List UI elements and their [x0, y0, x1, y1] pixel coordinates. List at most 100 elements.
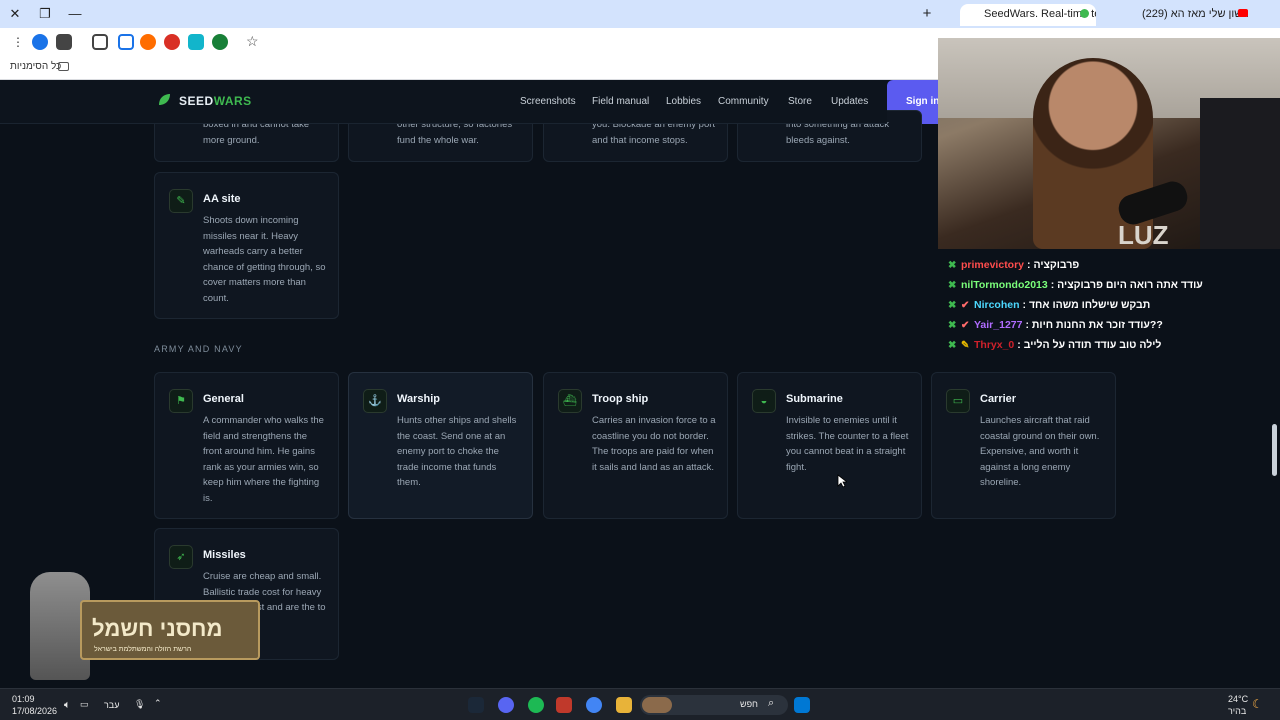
- pencil-badge-icon: ✎: [961, 340, 970, 351]
- badge-icon: ✖: [948, 320, 957, 331]
- pen-icon: ✎: [169, 189, 193, 213]
- rocket-icon: ➶: [169, 545, 193, 569]
- section-title: ARMY AND NAVY: [154, 344, 243, 354]
- card-description: Launches aircraft that raid coastal grou…: [980, 415, 1100, 488]
- card-title: General: [203, 393, 244, 405]
- all-bookmarks-label[interactable]: כל הסימניות: [10, 61, 61, 72]
- header-mask: SEEDWARS Screenshots Field manual Lobbie…: [0, 80, 887, 124]
- network-icon[interactable]: ▭: [80, 699, 89, 710]
- menu-dots-icon[interactable]: ⋮: [12, 35, 24, 49]
- cam-logo: LUZ: [1118, 220, 1169, 250]
- extension-icon[interactable]: [188, 34, 204, 50]
- card-warship: ⚓ Warship Hunts other ships and shells t…: [348, 372, 533, 519]
- card-title: Carrier: [980, 393, 1017, 405]
- sponsor-title: מחסני חשמל: [92, 616, 223, 641]
- chat-message: ✖ primevictory: פרבוקציה: [948, 259, 1080, 271]
- nav-screenshots[interactable]: Screenshots: [520, 96, 576, 107]
- clock-date[interactable]: 17/08/2026: [12, 706, 57, 716]
- badge-icon: ✖: [948, 280, 957, 291]
- card-description: Invisible to enemies until it strikes. T…: [786, 415, 909, 473]
- extensions-icon[interactable]: [92, 34, 108, 50]
- check-badge-icon: ✔: [961, 300, 970, 311]
- extension-icon[interactable]: [140, 34, 156, 50]
- spotify-icon[interactable]: [528, 697, 544, 713]
- extension-icon[interactable]: [118, 34, 134, 50]
- youtube-icon: [1238, 9, 1248, 17]
- card-carrier: ▭ Carrier Launches aircraft that raid co…: [931, 372, 1116, 519]
- nav-updates[interactable]: Updates: [831, 96, 868, 107]
- chat-message: ✖ nilTormondo2013: עודד אתה רואה היום פרב…: [948, 279, 1203, 291]
- chat-message: ✖ ✎ Thryx_0: לילה טוב עודד תודה על הלייב: [948, 339, 1162, 351]
- profile-icon[interactable]: [32, 34, 48, 50]
- card-submarine: ◒ Submarine Invisible to enemies until i…: [737, 372, 922, 519]
- card-title: Submarine: [786, 393, 843, 405]
- weather-condition[interactable]: בהיר: [1228, 706, 1246, 716]
- taskbar: 01:09 17/08/2026 🔈︎ ▭ עבר 🎙︎ ⌃ חפש ⌕ 24°…: [0, 688, 1280, 720]
- seedwars-favicon-icon: [1080, 9, 1089, 18]
- card-description: Hunts other ships and shells the coast. …: [397, 415, 517, 488]
- close-window-icon[interactable]: ✕: [6, 5, 24, 23]
- windows-start-icon[interactable]: [794, 697, 810, 713]
- chrome-icon[interactable]: [586, 697, 602, 713]
- flag-icon: ⚑: [169, 389, 193, 413]
- leaf-logo-icon: [159, 94, 170, 105]
- card-title: Troop ship: [592, 393, 649, 405]
- new-tab-icon[interactable]: +: [918, 5, 936, 23]
- card-troop-ship: ⛴ Troop ship Carries an invasion force t…: [543, 372, 728, 519]
- badge-icon: ✖: [948, 340, 957, 351]
- nav-field-manual[interactable]: Field manual: [592, 96, 649, 107]
- nav-community[interactable]: Community: [718, 96, 769, 107]
- check-badge-icon: ✔: [961, 320, 970, 331]
- screen: ✕ ❐ — + ✕ SeedWars. Real-time territoria…: [0, 0, 1280, 720]
- moon-icon: ☾: [1252, 697, 1263, 711]
- page-scrollbar[interactable]: [1272, 424, 1277, 476]
- card-title: Warship: [397, 393, 440, 405]
- webcam-overlay: LUZ: [938, 38, 1280, 250]
- card-description: A commander who walks the field and stre…: [203, 415, 324, 504]
- tab-seedwars[interactable]: ✕ SeedWars. Real-time territorial: [960, 4, 1096, 26]
- clock-time[interactable]: 01:09: [12, 694, 35, 704]
- tab-search-icon[interactable]: [56, 34, 72, 50]
- microphone-icon[interactable]: 🎙︎: [134, 699, 145, 710]
- badge-icon: ✖: [948, 300, 957, 311]
- chat-message: ✖ ✔ Yair_1277: עודד זוכר את החנות חיות??: [948, 319, 1163, 331]
- app-icon[interactable]: [556, 697, 572, 713]
- card-description: Carries an invasion force to a coastline…: [592, 415, 716, 473]
- discord-icon[interactable]: [498, 697, 514, 713]
- weather-temp[interactable]: 24°C: [1228, 694, 1248, 704]
- speaker-icon[interactable]: 🔈︎: [64, 699, 71, 712]
- card-description: Shoots down incoming missiles near it. H…: [203, 215, 326, 304]
- extension-icon[interactable]: [212, 34, 228, 50]
- mouse-cursor-icon: [837, 474, 847, 488]
- search-icon: ⌕: [768, 697, 775, 709]
- restore-window-icon[interactable]: ❐: [36, 5, 54, 23]
- sponsor-overlay: מחסני חשמל הרשת הזולה והמשתלמת בישראל: [20, 572, 260, 682]
- search-highlight-icon: [642, 697, 672, 713]
- sponsor-subtitle: הרשת הזולה והמשתלמת בישראל: [94, 646, 192, 653]
- folder-icon: [58, 62, 69, 71]
- language-indicator[interactable]: עבר: [104, 700, 119, 710]
- card-title: AA site: [203, 193, 241, 205]
- star-bookmark-icon[interactable]: ☆: [246, 33, 259, 50]
- tab-youtube[interactable]: ✕ (229) הלוג הראשון שלי מאז הא: [1118, 4, 1248, 26]
- boat-icon: ⛴: [558, 389, 582, 413]
- extension-icon[interactable]: [164, 34, 180, 50]
- logo[interactable]: SEEDWARS: [179, 94, 252, 108]
- badge-icon: ✖: [948, 260, 957, 271]
- card-title: Missiles: [203, 549, 246, 561]
- chevron-up-icon[interactable]: ⌃: [154, 698, 162, 709]
- nav-lobbies[interactable]: Lobbies: [666, 96, 701, 107]
- steam-icon[interactable]: [468, 697, 484, 713]
- cam-chair: [1200, 98, 1280, 249]
- nav-store[interactable]: Store: [788, 96, 812, 107]
- ship-icon: ⚓: [363, 389, 387, 413]
- chat-message: ✖ ✔ Nircohen: תבקש שישלחו משהו אחד: [948, 299, 1151, 311]
- submarine-icon: ◒: [752, 389, 776, 413]
- browser-tab-bar: ✕ ❐ — + ✕ SeedWars. Real-time territoria…: [0, 0, 1280, 28]
- minimize-window-icon[interactable]: —: [66, 5, 84, 23]
- card-aa-site: ✎ AA site Shoots down incoming missiles …: [154, 172, 339, 319]
- taskbar-search[interactable]: חפש ⌕: [640, 695, 788, 715]
- card-general: ⚑ General A commander who walks the fiel…: [154, 372, 339, 519]
- file-explorer-icon[interactable]: [616, 697, 632, 713]
- carrier-icon: ▭: [946, 389, 970, 413]
